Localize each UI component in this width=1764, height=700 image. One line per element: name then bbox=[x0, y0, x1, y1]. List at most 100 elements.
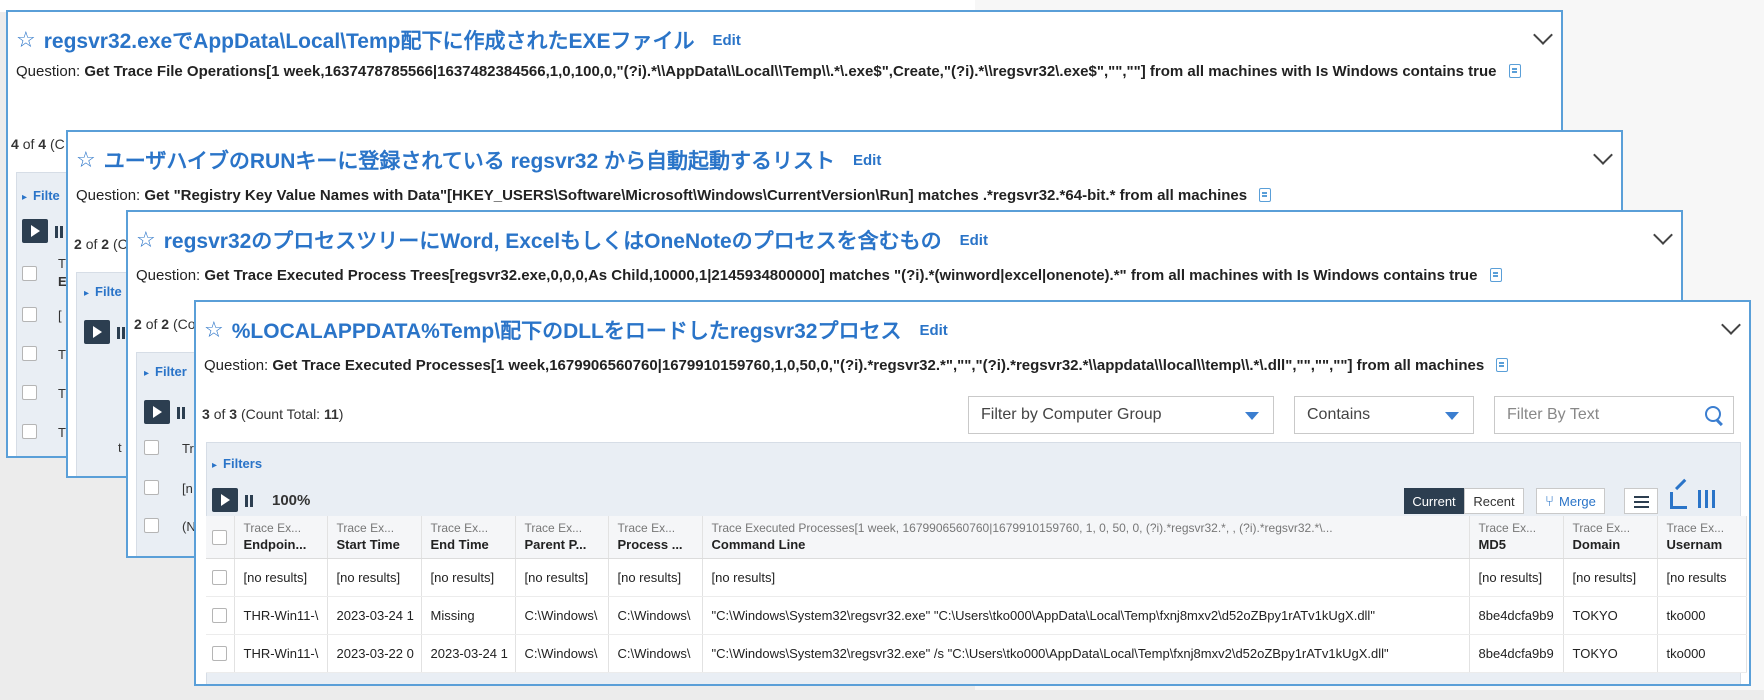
chevron-down-icon[interactable] bbox=[1721, 315, 1741, 335]
table-cell: [no results] bbox=[421, 558, 516, 597]
pause-button[interactable] bbox=[54, 226, 64, 238]
star-icon[interactable]: ☆ bbox=[204, 317, 224, 343]
row-checkbox[interactable] bbox=[212, 570, 228, 586]
row-checkbox[interactable] bbox=[22, 424, 37, 439]
chevron-down-icon[interactable] bbox=[1653, 225, 1673, 245]
count-total-fragment: (Co bbox=[172, 316, 196, 332]
filters-toggle[interactable]: Filte bbox=[84, 284, 122, 299]
table-row[interactable]: [no results] [no results] [no results] [… bbox=[206, 558, 1747, 597]
chevron-down-icon[interactable] bbox=[1533, 25, 1553, 45]
filters-toggle[interactable]: Filter bbox=[144, 364, 187, 379]
row-checkbox[interactable] bbox=[22, 385, 37, 400]
count-current: 3 bbox=[202, 406, 210, 422]
search-icon[interactable] bbox=[1705, 406, 1721, 422]
question-text: Question: Get Trace Executed Processes[1… bbox=[204, 354, 1734, 378]
table-cell: [no results] bbox=[1563, 558, 1658, 597]
table-cell: TOKYO bbox=[1563, 634, 1658, 673]
table-cell: C:\Windows\ bbox=[515, 596, 609, 635]
column-header[interactable]: Trace Ex... MD5 bbox=[1469, 516, 1564, 559]
merge-label: Merge bbox=[1559, 493, 1596, 509]
table-cell: tko000 bbox=[1657, 596, 1747, 635]
computer-group-filter[interactable]: Filter by Computer Group bbox=[968, 396, 1274, 434]
row-checkbox[interactable] bbox=[144, 518, 159, 533]
copy-icon[interactable] bbox=[1259, 188, 1272, 202]
play-button[interactable] bbox=[84, 320, 110, 344]
count-of: of bbox=[213, 406, 226, 422]
card-title-text: regsvr32.exeでAppData\Local\Temp配下に作成されたE… bbox=[43, 30, 695, 53]
columns-icon[interactable] bbox=[1698, 490, 1718, 508]
contains-select[interactable]: Contains bbox=[1294, 396, 1474, 434]
pause-button[interactable] bbox=[116, 327, 126, 339]
recent-toggle[interactable]: Recent bbox=[1464, 488, 1524, 514]
column-header[interactable]: Trace Ex... Process ... bbox=[608, 516, 703, 559]
play-button[interactable] bbox=[22, 219, 48, 243]
column-header[interactable]: Trace Ex... Domain bbox=[1563, 516, 1658, 559]
column-header[interactable]: Trace Ex... Usernam bbox=[1657, 516, 1747, 559]
table-cell: [no results] bbox=[702, 558, 1470, 597]
export-icon[interactable] bbox=[1670, 492, 1687, 509]
table-cell: THR-Win11-\ bbox=[234, 596, 328, 635]
question-text: Question: Get Trace Executed Process Tre… bbox=[136, 264, 1666, 288]
row-checkbox[interactable] bbox=[144, 480, 159, 495]
row-checkbox[interactable] bbox=[212, 646, 228, 662]
question-query: Get "Registry Key Value Names with Data"… bbox=[144, 187, 1248, 204]
column-header[interactable]: Trace Ex... Parent P... bbox=[515, 516, 609, 559]
row-checkbox[interactable] bbox=[144, 440, 159, 455]
edit-link[interactable]: Edit bbox=[960, 232, 988, 249]
pause-button[interactable] bbox=[176, 407, 186, 419]
table-cell: THR-Win11-\ bbox=[234, 634, 328, 673]
column-header[interactable]: Trace Ex... Start Time bbox=[327, 516, 422, 559]
question-query: Get Trace Executed Processes[1 week,1679… bbox=[272, 357, 1485, 374]
star-icon[interactable]: ☆ bbox=[76, 147, 96, 173]
count-total-label: (Count Total: bbox=[240, 406, 321, 422]
count-current: 2 bbox=[134, 316, 142, 332]
copy-icon[interactable] bbox=[1489, 268, 1502, 282]
pause-button[interactable] bbox=[244, 495, 254, 507]
column-header[interactable]: Trace Ex... Endpoin... bbox=[234, 516, 328, 559]
cell-fragment: T bbox=[58, 347, 66, 362]
edit-link[interactable]: Edit bbox=[919, 322, 947, 339]
table-cell: [no results bbox=[1657, 558, 1747, 597]
menu-button[interactable] bbox=[1624, 488, 1658, 514]
row-checkbox[interactable] bbox=[22, 346, 37, 361]
count-total: 2 bbox=[161, 316, 170, 332]
row-checkbox[interactable] bbox=[22, 266, 37, 281]
column-header[interactable]: Trace Executed Processes[1 week, 1679906… bbox=[702, 516, 1470, 559]
card-title: ☆ ユーザハイブのRUNキーに登録されている regsvr32 から自動起動する… bbox=[76, 142, 881, 178]
row-checkbox[interactable] bbox=[212, 608, 228, 624]
table-cell: [no results] bbox=[327, 558, 422, 597]
star-icon[interactable]: ☆ bbox=[16, 27, 36, 53]
copy-icon[interactable] bbox=[1508, 64, 1521, 78]
select-all-checkbox[interactable] bbox=[212, 529, 228, 545]
filters-toggle[interactable]: Filters bbox=[212, 456, 262, 471]
current-toggle[interactable]: Current bbox=[1404, 488, 1464, 514]
question-text: Question: Get "Registry Key Value Names … bbox=[76, 184, 1606, 208]
cell-fragment: T bbox=[58, 425, 66, 440]
result-count: 4 of 4 (C bbox=[11, 136, 65, 152]
play-button[interactable] bbox=[212, 488, 238, 512]
cell-fragment: t bbox=[118, 440, 122, 455]
filter-by-text-placeholder: Filter By Text bbox=[1507, 406, 1600, 423]
edit-link[interactable]: Edit bbox=[713, 32, 741, 49]
table-cell: C:\Windows\ bbox=[608, 634, 703, 673]
copy-icon[interactable] bbox=[1496, 358, 1509, 372]
question-query: Get Trace Executed Process Trees[regsvr3… bbox=[204, 267, 1478, 284]
cell-fragment: T bbox=[58, 386, 66, 401]
column-header[interactable]: Trace Ex... End Time bbox=[421, 516, 516, 559]
play-button[interactable] bbox=[144, 400, 170, 424]
table-cell: "C:\Windows\System32\regsvr32.exe" /s "C… bbox=[702, 634, 1470, 673]
filter-by-text-input[interactable]: Filter By Text bbox=[1494, 396, 1734, 434]
table-cell: tko000 bbox=[1657, 634, 1747, 673]
row-checkbox[interactable] bbox=[22, 307, 37, 322]
card-title-text: %LOCALAPPDATA%Temp\配下のDLLをロードしたregsvr32プ… bbox=[231, 320, 902, 343]
table-row[interactable]: THR-Win11-\ 2023-03-22 0 2023-03-24 1 C:… bbox=[206, 634, 1747, 673]
table-cell: C:\Windows\ bbox=[608, 596, 703, 635]
edit-link[interactable]: Edit bbox=[853, 152, 881, 169]
table-row[interactable]: THR-Win11-\ 2023-03-24 1 Missing C:\Wind… bbox=[206, 596, 1747, 635]
star-icon[interactable]: ☆ bbox=[136, 227, 156, 253]
chevron-down-icon[interactable] bbox=[1593, 145, 1613, 165]
filters-toggle[interactable]: Filte bbox=[22, 188, 60, 203]
question-prefix: Question: bbox=[16, 63, 81, 80]
merge-button[interactable]: ⑂ Merge bbox=[1536, 488, 1605, 514]
table-cell: 2023-03-24 1 bbox=[421, 634, 516, 673]
